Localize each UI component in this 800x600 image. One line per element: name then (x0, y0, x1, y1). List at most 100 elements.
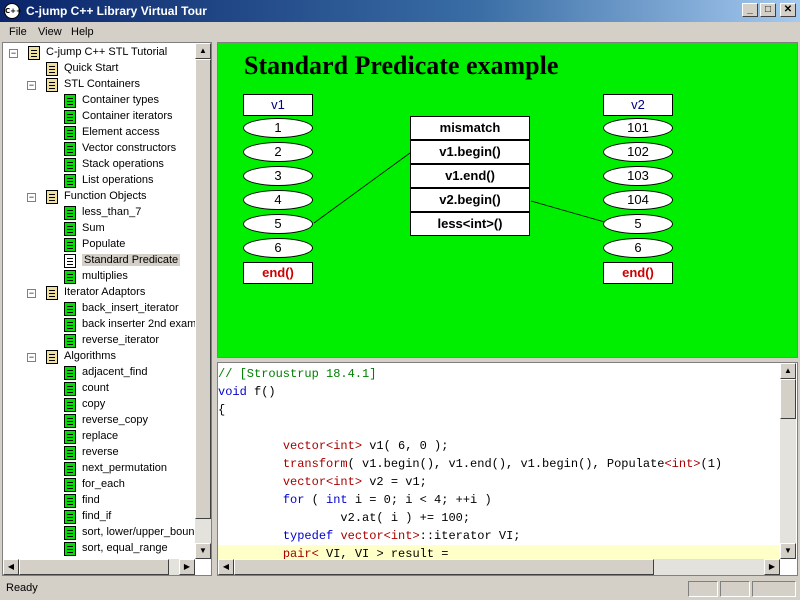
code-scroll-right-icon[interactable]: ▶ (764, 559, 780, 575)
tree-item[interactable]: − C-jump C++ STL Tutorial (3, 45, 193, 61)
tree-item[interactable]: − STL Containers (3, 77, 193, 93)
page-icon (64, 382, 76, 396)
title-bar: C++ C-jump C++ Library Virtual Tour _ □ … (0, 0, 800, 22)
page-icon (64, 254, 76, 268)
mismatch-argument: v1.begin() (410, 140, 530, 164)
code-token: for (282, 493, 305, 507)
code-token: i = 0; i < 4; ++i ) (347, 493, 492, 507)
tree-item[interactable]: Stack operations (3, 157, 193, 173)
tree-item[interactable]: − Function Objects (3, 189, 193, 205)
code-scroll-thumb-horizontal[interactable] (234, 559, 654, 575)
scroll-left-icon[interactable]: ◀ (3, 559, 19, 575)
page-icon (64, 158, 76, 172)
tree-item[interactable]: reverse (3, 445, 193, 461)
code-scroll-down-icon[interactable]: ▼ (780, 543, 796, 559)
v2-element: 103 (603, 166, 673, 186)
collapse-icon[interactable]: − (27, 353, 36, 362)
tree-item[interactable]: Quick Start (3, 61, 193, 77)
tree-item[interactable]: reverse_copy (3, 413, 193, 429)
tree-item[interactable]: find_if (3, 509, 193, 525)
page-icon (64, 126, 76, 140)
scroll-thumb-horizontal[interactable] (19, 559, 169, 575)
tree-item-label: next_permutation (82, 462, 167, 474)
tree-item[interactable]: back_insert_iterator (3, 301, 193, 317)
book-icon (28, 46, 40, 60)
scroll-right-icon[interactable]: ▶ (179, 559, 195, 575)
tree-item[interactable]: for_each (3, 477, 193, 493)
tree-item[interactable]: adjacent_find (3, 365, 193, 381)
diagram-panel: Standard Predicate example v1 123456 end… (217, 42, 798, 358)
tree-item[interactable]: sort, equal_range (3, 541, 193, 557)
tree-item[interactable]: − Algorithms (3, 349, 193, 365)
code-panel[interactable]: // [Stroustrup 18.4.1] void f() { vector<i… (217, 362, 798, 576)
tree-item[interactable]: Standard Predicate (3, 253, 193, 269)
v1-element: 6 (243, 238, 313, 258)
scroll-down-icon[interactable]: ▼ (195, 543, 211, 559)
tree-item-label: STL Containers (64, 78, 141, 90)
tree-item-label: Populate (82, 238, 126, 250)
tree-item[interactable]: copy (3, 397, 193, 413)
tree-item-label: back inserter 2nd exam (82, 318, 197, 330)
scroll-thumb[interactable] (195, 59, 211, 519)
code-horizontal-scrollbar[interactable]: ◀ ▶ (218, 559, 780, 575)
tree-item[interactable]: less_than_7 (3, 205, 193, 221)
tree-item[interactable]: reverse_iterator (3, 333, 193, 349)
code-vertical-scrollbar[interactable]: ▲ ▼ (780, 363, 796, 559)
tree-item[interactable]: multiplies (3, 269, 193, 285)
code-token: // [Stroustrup 18.4.1] (218, 367, 377, 381)
page-icon (64, 478, 76, 492)
v1-element: 3 (243, 166, 313, 186)
tree-item[interactable]: count (3, 381, 193, 397)
v2-element: 104 (603, 190, 673, 210)
code-token: vector<int> (282, 475, 363, 489)
close-button[interactable]: ✕ (780, 3, 796, 17)
scroll-up-icon[interactable]: ▲ (195, 43, 211, 59)
topic-tree[interactable]: − C-jump C++ STL Tutorial Quick Start − STL … (2, 42, 212, 576)
page-icon (64, 318, 76, 332)
tree-item-label: find (82, 494, 100, 506)
menu-view[interactable]: View (38, 26, 62, 38)
collapse-icon[interactable]: − (27, 289, 36, 298)
tree-item[interactable]: List operations (3, 173, 193, 189)
menu-help[interactable]: Help (71, 26, 94, 38)
tree-item[interactable]: back inserter 2nd exam (3, 317, 197, 333)
tree-item-label: multiplies (82, 270, 128, 282)
tree-item[interactable]: next_permutation (3, 461, 193, 477)
collapse-icon[interactable]: − (27, 81, 36, 90)
page-icon (64, 238, 76, 252)
code-token: Populate (606, 457, 665, 471)
tree-horizontal-scrollbar[interactable]: ◀ ▶ (3, 559, 195, 575)
tree-item-label: Quick Start (64, 62, 119, 74)
code-line: for ( int i = 0; i < 4; ++i ) (218, 491, 779, 509)
v1-element: 5 (243, 214, 313, 234)
tree-item-label: reverse_copy (82, 414, 149, 426)
tree-item[interactable]: − Iterator Adaptors (3, 285, 193, 301)
tree-item[interactable]: find (3, 493, 193, 509)
tree-item[interactable]: Container iterators (3, 109, 193, 125)
tree-item[interactable]: Element access (3, 125, 193, 141)
tree-item[interactable]: Sum (3, 221, 193, 237)
code-scroll-thumb[interactable] (780, 379, 796, 419)
tree-vertical-scrollbar[interactable]: ▲ ▼ (195, 43, 211, 559)
code-token: vector<int> (282, 439, 363, 453)
tree-item[interactable]: Vector constructors (3, 141, 193, 157)
tree-item[interactable]: Populate (3, 237, 193, 253)
tree-item[interactable]: replace (3, 429, 193, 445)
tree-item-label: reverse (82, 446, 119, 458)
tree-item[interactable]: Container types (3, 93, 193, 109)
collapse-icon[interactable]: − (27, 193, 36, 202)
tree-item[interactable]: sort, lower/upper_boun (3, 525, 195, 541)
page-icon (64, 510, 76, 524)
collapse-icon[interactable]: − (9, 49, 18, 58)
code-scroll-up-icon[interactable]: ▲ (780, 363, 796, 379)
tree-item-label: Function Objects (64, 190, 147, 202)
maximize-button[interactable]: □ (760, 3, 776, 17)
minimize-button[interactable]: _ (742, 3, 758, 17)
connector-v1-begin (313, 152, 411, 224)
tree-item-label: Algorithms (64, 350, 116, 362)
v2-element: 101 (603, 118, 673, 138)
code-scroll-left-icon[interactable]: ◀ (218, 559, 234, 575)
mismatch-argument: v2.begin() (410, 188, 530, 212)
menu-file[interactable]: File (9, 26, 27, 38)
